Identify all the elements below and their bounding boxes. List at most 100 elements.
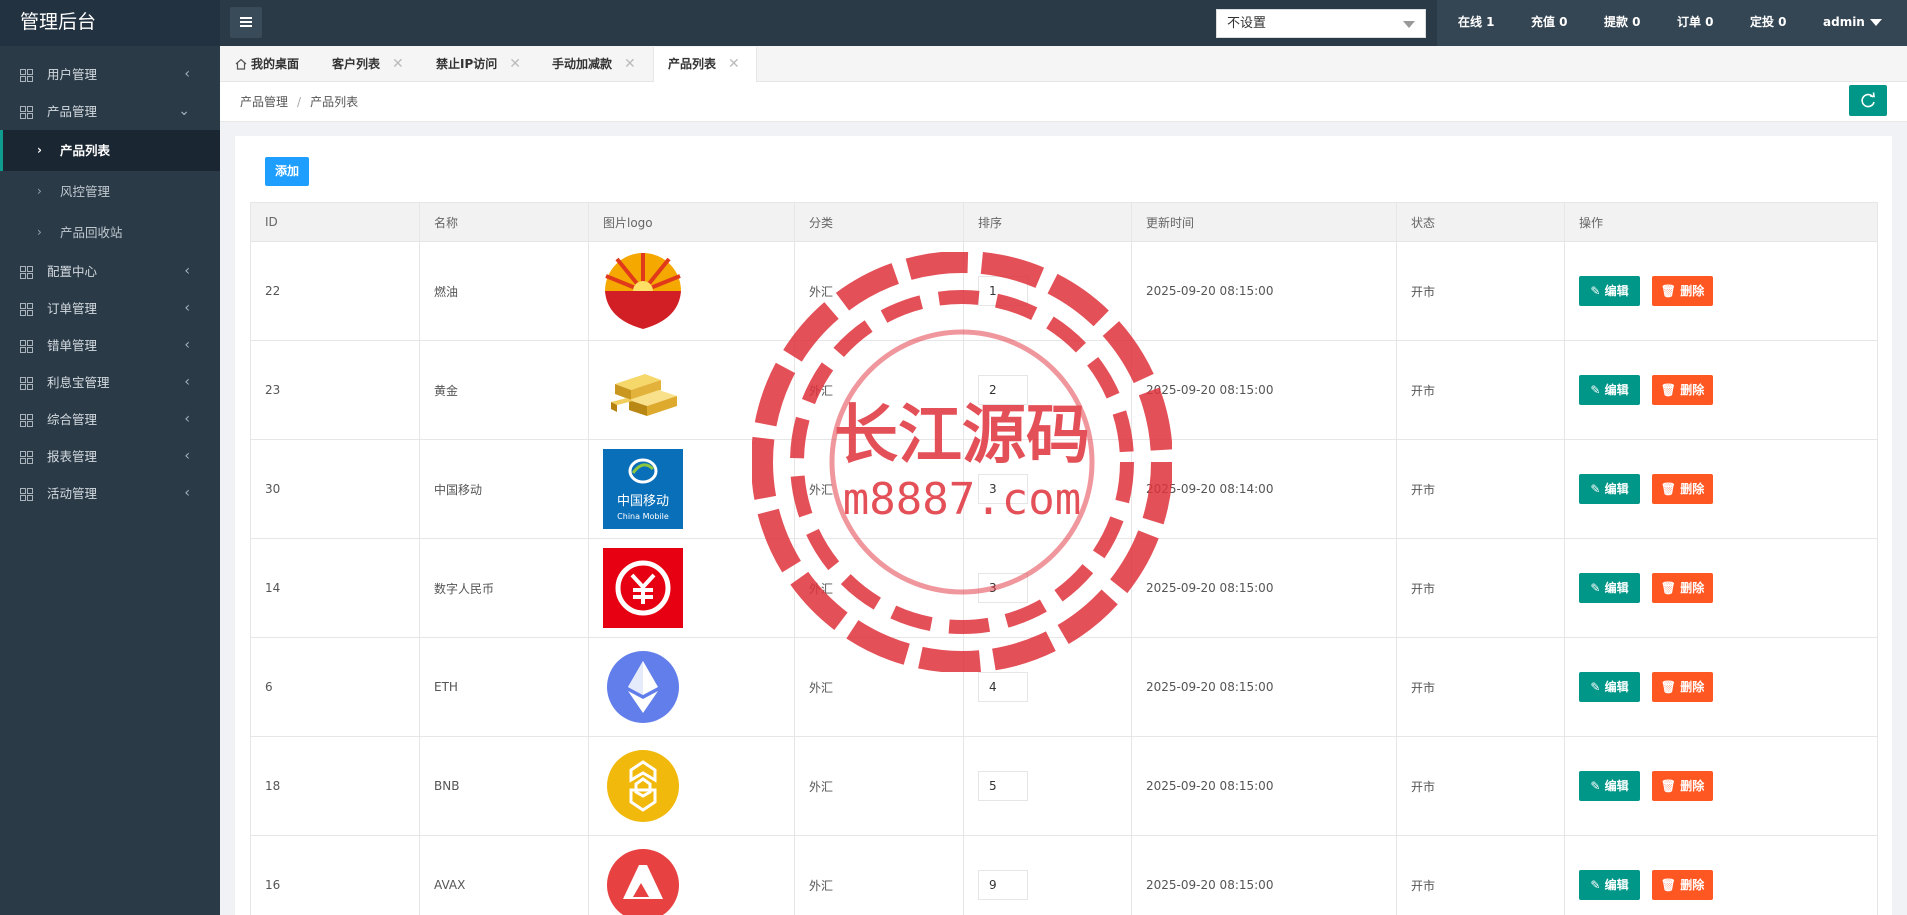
refresh-button[interactable] — [1849, 85, 1887, 116]
tab-label: 我的桌面 — [251, 57, 300, 71]
edit-label: 编辑 — [1604, 383, 1629, 397]
cell-name: 中国移动 — [419, 439, 589, 539]
caret-down-icon — [1403, 21, 1415, 28]
sidebar-item-label: 订单管理 — [47, 301, 98, 316]
sidebar-item-report-management[interactable]: 报表管理 ‹ — [0, 438, 220, 475]
delete-button[interactable]: 🗑 删除 — [1652, 375, 1713, 405]
pencil-icon: ✎ — [1590, 581, 1605, 595]
cell-logo: 中国移动 China Mobile — [588, 439, 795, 539]
tab-ip-ban[interactable]: 禁止IP访问 ✕ — [436, 47, 521, 82]
delete-button[interactable]: 🗑 删除 — [1652, 276, 1713, 306]
sort-input[interactable] — [978, 870, 1028, 900]
edit-button[interactable]: ✎ 编辑 — [1579, 474, 1640, 504]
tab-label: 手动加减款 — [552, 57, 613, 71]
sidebar-item-activity-management[interactable]: 活动管理 ‹ — [0, 475, 220, 512]
cell-sort — [963, 439, 1132, 539]
sort-input[interactable] — [978, 672, 1028, 702]
table-row: 16 AVAX 外汇 2025-09-20 08:15:00 开市 ✎ 编辑 🗑 … — [250, 835, 1878, 915]
delete-button[interactable]: 🗑 删除 — [1652, 474, 1713, 504]
top-stats: 在线 1 充值 0 提款 0 订单 0 定投 0 admin — [1437, 0, 1907, 46]
user-menu[interactable]: admin — [1823, 0, 1882, 44]
cell-logo — [588, 835, 795, 915]
stat-fixed-invest[interactable]: 定投 0 — [1750, 0, 1787, 44]
cell-id: 6 — [250, 637, 420, 737]
sidebar-item-interest-management[interactable]: 利息宝管理 ‹ — [0, 364, 220, 401]
table-row: 6 ETH 外汇 2025-09-20 08:15:00 开市 ✎ 编辑 🗑 删除 — [250, 637, 1878, 737]
sidebar-subitem-label: 产品列表 — [60, 143, 111, 158]
tab-customer-list[interactable]: 客户列表 ✕ — [332, 47, 404, 82]
edit-button[interactable]: ✎ 编辑 — [1579, 672, 1640, 702]
edit-button[interactable]: ✎ 编辑 — [1579, 573, 1640, 603]
sort-input[interactable] — [978, 771, 1028, 801]
edit-label: 编辑 — [1604, 878, 1629, 892]
stat-online[interactable]: 在线 1 — [1458, 0, 1495, 44]
tab-manual-adjust[interactable]: 手动加减款 ✕ — [552, 47, 636, 82]
cell-id: 16 — [250, 835, 420, 915]
cell-updated: 2025-09-20 08:15:00 — [1131, 835, 1397, 915]
sidebar-item-user-management[interactable]: 用户管理 ‹ — [0, 56, 220, 93]
sidebar-item-error-order-management[interactable]: 错单管理 ‹ — [0, 327, 220, 364]
sidebar-item-general-management[interactable]: 综合管理 ‹ — [0, 401, 220, 438]
eth-logo — [607, 651, 679, 723]
column-header: 名称 — [419, 202, 589, 242]
stat-orders[interactable]: 订单 0 — [1677, 0, 1714, 44]
close-icon[interactable]: ✕ — [509, 56, 521, 72]
sort-input[interactable] — [978, 474, 1028, 504]
sidebar-subitem-label: 风控管理 — [60, 184, 111, 199]
sidebar-item-config-center[interactable]: 配置中心 ‹ — [0, 253, 220, 290]
edit-label: 编辑 — [1604, 581, 1629, 595]
column-header: 更新时间 — [1131, 202, 1397, 242]
delete-label: 删除 — [1680, 284, 1705, 298]
breadcrumb-item[interactable]: 产品管理 — [240, 95, 288, 109]
table-row: 18 BNB 外汇 2025-09-20 08:15:00 开市 ✎ 编辑 🗑 删… — [250, 736, 1878, 836]
trash-icon: 🗑 — [1660, 878, 1681, 892]
sort-input[interactable] — [978, 375, 1028, 405]
edit-button[interactable]: ✎ 编辑 — [1579, 276, 1640, 306]
column-header: 排序 — [963, 202, 1132, 242]
cell-id: 18 — [250, 736, 420, 836]
cell-logo — [588, 340, 795, 440]
cell-actions: ✎ 编辑 🗑 删除 — [1564, 241, 1878, 341]
delete-label: 删除 — [1680, 680, 1705, 694]
edit-label: 编辑 — [1604, 680, 1629, 694]
edit-button[interactable]: ✎ 编辑 — [1579, 870, 1640, 900]
edit-button[interactable]: ✎ 编辑 — [1579, 375, 1640, 405]
delete-button[interactable]: 🗑 删除 — [1652, 672, 1713, 702]
sidebar-item-order-management[interactable]: 订单管理 ‹ — [0, 290, 220, 327]
add-button[interactable]: 添加 — [265, 157, 309, 186]
sidebar-item-label: 综合管理 — [47, 412, 98, 427]
grid-icon — [20, 266, 33, 279]
tab-product-list[interactable]: 产品列表 ✕ — [653, 47, 757, 82]
grid-icon — [20, 451, 33, 464]
sidebar-subitem-product-list[interactable]: › 产品列表 — [0, 130, 220, 171]
china-mobile-logo: 中国移动 China Mobile — [603, 449, 683, 529]
close-icon[interactable]: ✕ — [392, 56, 404, 72]
edit-button[interactable]: ✎ 编辑 — [1579, 771, 1640, 801]
delete-button[interactable]: 🗑 删除 — [1652, 870, 1713, 900]
setting-select[interactable]: 不设置 — [1216, 9, 1426, 38]
sidebar-subitem-risk-control[interactable]: › 风控管理 — [0, 171, 220, 212]
trash-icon: 🗑 — [1660, 482, 1681, 496]
delete-label: 删除 — [1680, 779, 1705, 793]
sidebar-item-product-management[interactable]: 产品管理 ⌄ — [0, 93, 220, 130]
sort-input[interactable] — [978, 276, 1028, 306]
stat-withdraw[interactable]: 提款 0 — [1604, 0, 1641, 44]
delete-button[interactable]: 🗑 删除 — [1652, 573, 1713, 603]
chevron-right-icon: › — [37, 184, 42, 198]
table-header-row: ID 名称 图片logo 分类 排序 更新时间 状态 操作 — [250, 202, 1878, 242]
close-icon[interactable]: ✕ — [728, 56, 740, 72]
close-icon[interactable]: ✕ — [624, 56, 636, 72]
sidebar-subitem-product-recycle[interactable]: › 产品回收站 — [0, 212, 220, 253]
tab-my-desktop[interactable]: 我的桌面 — [235, 47, 299, 82]
delete-button[interactable]: 🗑 删除 — [1652, 771, 1713, 801]
avax-logo — [607, 849, 679, 915]
table-row: 14 数字人民币 外汇 2025-09-20 08:15:00 开市 ✎ 编辑 🗑… — [250, 538, 1878, 638]
column-header: 图片logo — [588, 202, 795, 242]
stat-recharge[interactable]: 充值 0 — [1531, 0, 1568, 44]
cell-sort — [963, 736, 1132, 836]
cell-id: 14 — [250, 538, 420, 638]
sort-input[interactable] — [978, 573, 1028, 603]
app-title: 管理后台 — [0, 0, 220, 46]
menu-toggle-button[interactable] — [230, 7, 262, 38]
petrochina-logo — [605, 253, 681, 329]
